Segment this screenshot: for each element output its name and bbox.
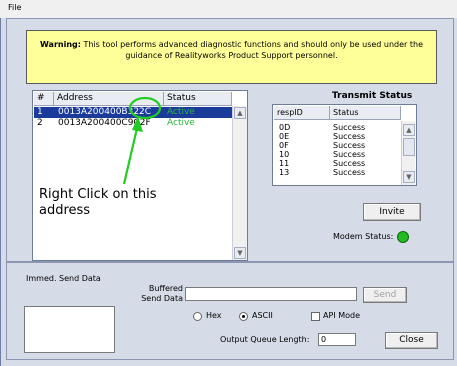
invite-button[interactable]: Invite xyxy=(363,203,421,221)
tx-status: Success xyxy=(333,123,366,132)
scroll-up-icon[interactable]: ▲ xyxy=(234,107,246,119)
scroll-thumb[interactable] xyxy=(403,138,415,156)
menu-bar: File xyxy=(0,0,457,18)
address-list[interactable]: # Address Status 1 0013A200400B322C Acti… xyxy=(32,90,248,261)
buffered-label-line-2: Send Data xyxy=(141,294,183,303)
tx-resp-id: 0F xyxy=(279,141,289,150)
ascii-radio[interactable] xyxy=(239,312,248,321)
tx-resp-id: 0E xyxy=(279,132,290,141)
buffered-label-line-1: Buffered xyxy=(148,284,183,293)
output-queue-input[interactable]: 0 xyxy=(318,333,356,346)
annotation-line-1: Right Click on this xyxy=(39,187,157,202)
close-button[interactable]: Close xyxy=(385,332,438,349)
row-number: 1 xyxy=(37,107,43,117)
tx-resp-id: 10 xyxy=(279,150,290,159)
immed-send-label: Immed. Send Data xyxy=(26,274,101,283)
tx-resp-id: 0D xyxy=(279,123,291,132)
scroll-down-icon[interactable]: ▼ xyxy=(403,171,415,183)
tx-resp-id: 13 xyxy=(279,168,290,177)
warning-text: This tool performs advanced diagnostic f… xyxy=(83,40,424,60)
tx-status: Success xyxy=(333,150,366,159)
modem-status-indicator-icon xyxy=(397,231,409,243)
column-header-tx-status[interactable]: Status xyxy=(330,106,401,120)
transmit-status-list[interactable]: respID Status 0D Success 0E Success 0F S… xyxy=(272,104,417,186)
row-status: Active xyxy=(167,118,195,128)
buffered-send-input[interactable] xyxy=(185,287,357,301)
api-mode-label: API Mode xyxy=(323,311,360,320)
row-address: 0013A200400C9C2F xyxy=(58,118,151,128)
tx-status: Success xyxy=(333,132,366,141)
output-queue-label: Output Queue Length: xyxy=(220,335,310,344)
tx-status: Success xyxy=(333,168,366,177)
column-header-respid[interactable]: respID xyxy=(274,106,330,120)
table-row[interactable]: 1 0013A200400B322C Active xyxy=(34,107,232,118)
tx-status: Success xyxy=(333,141,366,150)
warning-label: Warning: xyxy=(40,40,81,49)
tx-status: Success xyxy=(333,159,366,168)
modem-status-label: Modem Status: xyxy=(333,232,394,241)
tx-resp-id: 11 xyxy=(279,159,290,168)
row-status: Active xyxy=(167,107,195,117)
send-button[interactable]: Send xyxy=(363,287,407,303)
column-header-number[interactable]: # xyxy=(34,92,54,106)
ascii-label: ASCII xyxy=(252,311,273,320)
annotation-callout: Right Click on this address xyxy=(39,187,157,219)
buffered-send-label: Buffered Send Data xyxy=(131,284,183,304)
scroll-down-icon[interactable]: ▼ xyxy=(234,247,246,259)
column-header-address[interactable]: Address xyxy=(54,92,164,106)
immed-send-input[interactable] xyxy=(24,306,115,353)
hex-label: Hex xyxy=(206,311,222,320)
address-list-scrollbar[interactable]: ▲ ▼ xyxy=(232,106,247,260)
scroll-up-icon[interactable]: ▲ xyxy=(403,124,415,136)
hex-radio[interactable] xyxy=(193,312,202,321)
table-row[interactable]: 2 0013A200400C9C2F Active xyxy=(34,118,232,129)
transmit-status-scrollbar[interactable]: ▲ ▼ xyxy=(401,121,415,185)
column-header-status[interactable]: Status xyxy=(164,92,232,106)
row-number: 2 xyxy=(37,118,43,128)
api-mode-checkbox[interactable] xyxy=(311,312,320,321)
warning-banner: Warning: This tool performs advanced dia… xyxy=(26,30,437,84)
menu-file[interactable]: File xyxy=(8,3,21,12)
row-address: 0013A200400B322C xyxy=(58,107,152,117)
annotation-line-2: address xyxy=(39,203,91,218)
transmit-status-title: Transmit Status xyxy=(332,91,413,101)
